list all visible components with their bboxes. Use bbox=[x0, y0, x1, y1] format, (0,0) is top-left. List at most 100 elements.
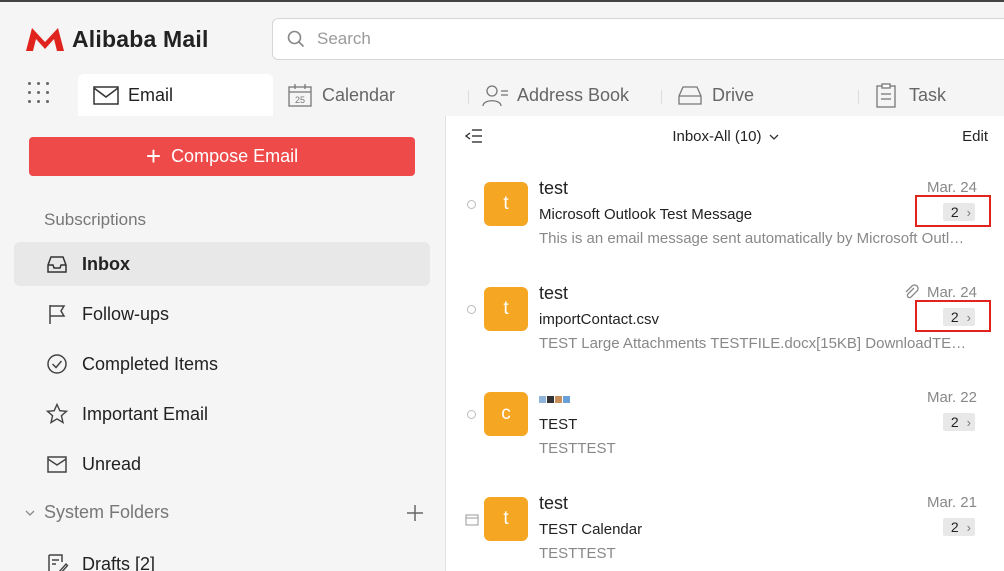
mail-date: Mar. 21 bbox=[926, 494, 977, 511]
thread-count: 2 bbox=[950, 414, 959, 430]
tab-divider bbox=[858, 90, 859, 104]
apps-grid-icon[interactable] bbox=[28, 82, 50, 104]
mail-sender-glyphs bbox=[539, 388, 570, 409]
sidebar: + Compose Email Subscriptions Inbox Foll… bbox=[0, 116, 446, 571]
search-bar[interactable] bbox=[272, 18, 1004, 60]
alibaba-logo-icon bbox=[26, 28, 64, 51]
avatar: t bbox=[484, 182, 528, 226]
mail-subject: TEST bbox=[539, 416, 578, 433]
brand-name: Alibaba Mail bbox=[72, 25, 209, 52]
mail-list: Inbox-All (10) Edit t test Mar. 24 Micro… bbox=[447, 116, 1004, 571]
tab-task-label: Task bbox=[909, 84, 947, 105]
sidebar-item-unread[interactable]: Unread bbox=[14, 442, 430, 486]
mail-sender: test bbox=[539, 283, 569, 303]
tab-address-book[interactable]: Address Book bbox=[481, 74, 629, 116]
compose-label: Compose Email bbox=[171, 146, 299, 166]
mail-sender: test bbox=[539, 178, 569, 198]
select-radio[interactable] bbox=[467, 410, 476, 419]
mail-icon bbox=[93, 86, 119, 105]
highlight-box bbox=[915, 300, 991, 332]
mail-list-toolbar: Inbox-All (10) Edit bbox=[447, 116, 1004, 156]
sender-name-image bbox=[539, 395, 570, 403]
mail-preview: TEST Large Attachments TESTFILE.docx[15K… bbox=[539, 335, 969, 352]
sidebar-item-label: Completed Items bbox=[82, 353, 219, 374]
sidebar-item-completed[interactable]: Completed Items bbox=[14, 342, 430, 386]
sidebar-item-label: Drafts [2] bbox=[82, 553, 156, 571]
sidebar-item-follow-ups[interactable]: Follow-ups bbox=[14, 292, 430, 336]
select-radio[interactable] bbox=[467, 305, 476, 314]
avatar: t bbox=[484, 497, 528, 541]
tab-drive-label: Drive bbox=[712, 84, 755, 105]
edit-button[interactable]: Edit bbox=[962, 128, 988, 145]
mail-item[interactable]: t test Mar. 24 importContact.csv TEST La… bbox=[447, 266, 1004, 371]
sidebar-item-inbox[interactable]: Inbox bbox=[14, 242, 430, 286]
mail-preview: TESTTEST bbox=[539, 545, 616, 562]
system-folders-header[interactable]: System Folders bbox=[24, 502, 424, 523]
tab-drive[interactable]: Drive bbox=[676, 74, 754, 116]
check-circle-icon bbox=[47, 354, 67, 374]
sidebar-item-label: Follow-ups bbox=[82, 303, 170, 324]
thread-count: 2 bbox=[950, 519, 959, 535]
tab-email[interactable]: Email bbox=[78, 74, 273, 116]
chevron-down-icon bbox=[769, 134, 779, 140]
mail-preview: TESTTEST bbox=[539, 440, 616, 457]
tab-calendar-label: Calendar bbox=[322, 84, 396, 105]
brand-logo[interactable]: Alibaba Mail bbox=[24, 24, 209, 54]
envelope-icon bbox=[47, 456, 67, 473]
contacts-icon bbox=[482, 85, 508, 107]
select-radio[interactable] bbox=[467, 200, 476, 209]
header: Alibaba Mail bbox=[0, 4, 1004, 72]
avatar: t bbox=[484, 287, 528, 331]
highlight-box bbox=[915, 195, 991, 227]
search-input[interactable] bbox=[317, 29, 917, 49]
mail-item[interactable]: t test Mar. 24 Microsoft Outlook Test Me… bbox=[447, 161, 1004, 266]
mail-app: Alibaba Mail Email bbox=[0, 0, 1004, 571]
subscriptions-link[interactable]: Subscriptions bbox=[44, 210, 146, 230]
system-folders-label: System Folders bbox=[44, 502, 170, 522]
tab-divider bbox=[468, 90, 469, 104]
calendar-icon: 25 bbox=[288, 84, 312, 107]
tab-divider bbox=[661, 90, 662, 104]
mail-item[interactable]: c Mar. 22 TEST TESTTEST 2 › bbox=[447, 371, 1004, 476]
chevron-right-icon: › bbox=[966, 519, 971, 535]
mail-item[interactable]: t test Mar. 21 TEST Calendar TESTTEST 2 … bbox=[447, 476, 1004, 571]
inbox-icon bbox=[47, 256, 67, 273]
app-tabs: Email 25 Calendar Address Book Drive Tas… bbox=[0, 72, 1004, 116]
flag-icon bbox=[49, 305, 66, 324]
sidebar-item-important[interactable]: Important Email bbox=[14, 392, 430, 436]
compose-email-button[interactable]: + Compose Email bbox=[29, 137, 415, 176]
avatar: c bbox=[484, 392, 528, 436]
star-icon bbox=[45, 402, 69, 424]
mail-sender: test bbox=[539, 493, 569, 513]
sidebar-item-label: Important Email bbox=[82, 403, 209, 424]
mail-subject: importContact.csv bbox=[539, 311, 660, 328]
drive-icon bbox=[678, 86, 702, 105]
chevron-right-icon: › bbox=[966, 414, 971, 430]
folder-filter-dropdown[interactable]: Inbox-All (10) bbox=[447, 128, 1004, 145]
mail-subject: Microsoft Outlook Test Message bbox=[539, 206, 753, 223]
thread-count-badge[interactable]: 2 › bbox=[942, 518, 975, 536]
add-folder-icon[interactable] bbox=[406, 504, 424, 522]
folder-filter-label: Inbox-All (10) bbox=[672, 128, 762, 145]
plus-icon: + bbox=[145, 140, 162, 171]
mail-subject: TEST Calendar bbox=[539, 521, 643, 538]
mail-preview: This is an email message sent automatica… bbox=[539, 230, 969, 247]
sidebar-item-drafts[interactable]: Drafts [2] bbox=[14, 542, 430, 571]
chevron-down-icon bbox=[25, 510, 35, 516]
tab-task[interactable]: Task bbox=[873, 74, 946, 116]
mail-date: Mar. 22 bbox=[926, 389, 977, 406]
sidebar-item-label: Unread bbox=[82, 453, 142, 474]
calendar-invite-icon bbox=[465, 514, 479, 526]
sidebar-item-label: Inbox bbox=[82, 253, 130, 274]
attachment-icon bbox=[905, 284, 919, 299]
search-icon bbox=[287, 30, 305, 48]
tab-email-label: Email bbox=[128, 84, 174, 105]
drafts-icon bbox=[48, 554, 69, 571]
svg-text:25: 25 bbox=[295, 95, 305, 105]
tab-address-book-label: Address Book bbox=[517, 84, 630, 105]
mail-date: Mar. 24 bbox=[926, 179, 977, 196]
tab-calendar[interactable]: 25 Calendar bbox=[286, 74, 395, 116]
thread-count-badge[interactable]: 2 › bbox=[942, 413, 975, 431]
mail-date: Mar. 24 bbox=[926, 284, 977, 301]
clipboard-icon bbox=[876, 83, 896, 108]
